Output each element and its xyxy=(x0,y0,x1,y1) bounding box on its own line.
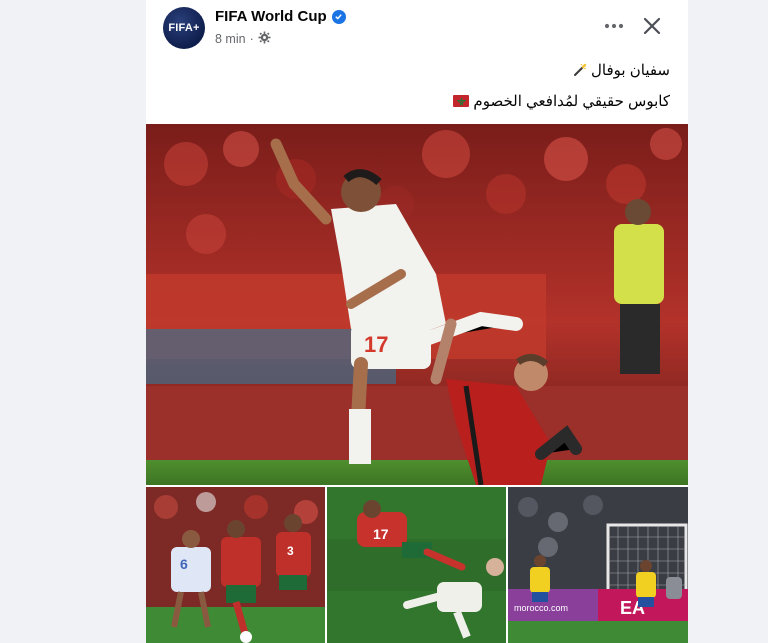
post-timestamp[interactable]: 8 min xyxy=(215,32,246,46)
avatar-logo-text: FIFA+ xyxy=(168,22,200,34)
thumb1-jersey-number-6: 6 xyxy=(180,556,188,572)
author-name-link[interactable]: FIFA World Cup xyxy=(215,8,327,25)
post-text-line-1: سفيان بوفال xyxy=(573,61,670,79)
post-text-player-name: سفيان بوفال xyxy=(591,62,670,79)
magic-wand-icon xyxy=(573,63,587,77)
post-text-caption: كابوس حقيقي لمُدافعي الخصوم xyxy=(473,93,670,110)
more-options-button[interactable] xyxy=(599,11,629,41)
thumb1-jersey-number-3: 3 xyxy=(287,544,294,558)
meta-separator-dot: · xyxy=(249,32,254,46)
close-x-icon xyxy=(643,17,661,35)
main-photo-jersey-number: 17 xyxy=(364,332,388,357)
more-dots-icon xyxy=(604,23,624,29)
post-author: FIFA World Cup xyxy=(215,8,346,25)
post-meta: 8 min · xyxy=(215,31,271,47)
photo-thumbnail-1[interactable]: 6 3 xyxy=(146,487,325,643)
feed-right-gutter xyxy=(688,0,768,643)
page-avatar[interactable]: FIFA+ xyxy=(163,7,205,49)
verified-badge-icon xyxy=(331,9,346,24)
morocco-flag-icon xyxy=(453,95,470,107)
post-text-line-2: كابوس حقيقي لمُدافعي الخصوم xyxy=(453,92,670,110)
thumb3-board-banner: morocco.com xyxy=(514,603,568,613)
post-card: FIFA+ FIFA World Cup 8 min · سفيان بوفال… xyxy=(146,0,688,643)
main-photo[interactable]: 17 xyxy=(146,124,688,485)
photo-thumbnail-2[interactable]: 17 xyxy=(327,487,506,643)
settings-gear-icon[interactable] xyxy=(258,31,271,47)
close-post-button[interactable] xyxy=(637,11,667,41)
photo-thumbnail-3[interactable]: morocco.com EA xyxy=(508,487,688,643)
feed-left-gutter xyxy=(0,0,146,643)
thumb2-jersey-number: 17 xyxy=(373,526,389,542)
